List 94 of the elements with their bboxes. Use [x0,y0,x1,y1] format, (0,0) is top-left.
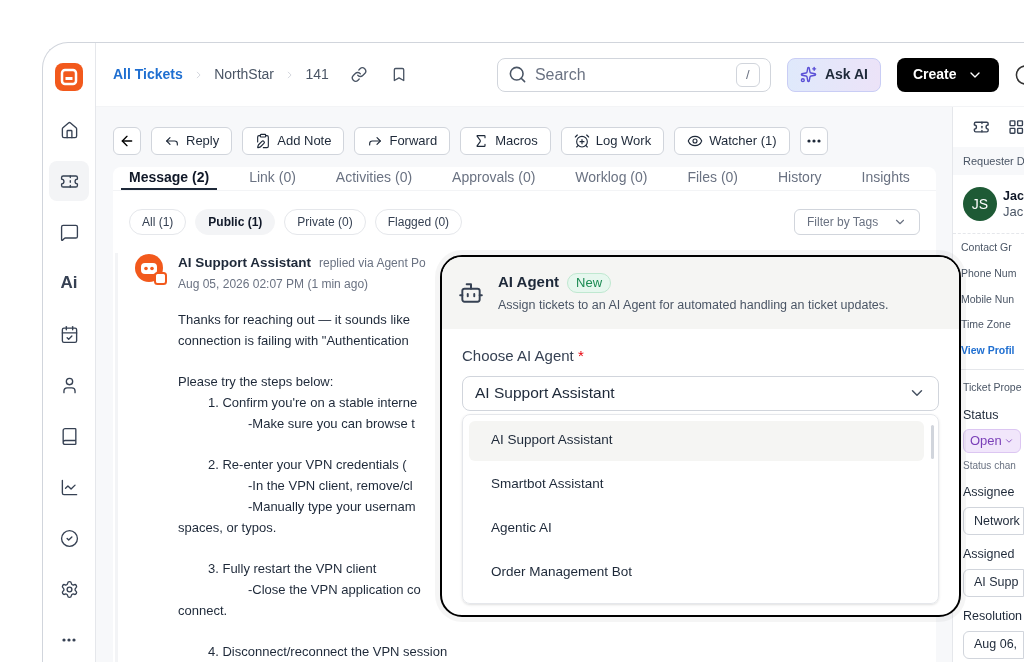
message-line: Please try the steps below: [178,373,335,392]
property-field[interactable]: Network [963,507,1024,535]
message-line: 1. Confirm you're on a stable interne [207,394,419,413]
create-button[interactable]: Create [896,57,999,92]
field-label: Mobile Nun [961,291,1016,307]
message-line: 2. Re-enter your VPN credentials ( [207,456,408,475]
message-line: spaces, or typos. [178,519,278,538]
message-line: -In the VPN client, remove/cl [247,477,414,496]
grid-icon[interactable] [1007,118,1024,136]
logo-icon[interactable] [55,63,83,91]
tab[interactable]: Worklog (0) [567,167,656,190]
property-label: Resolution [963,607,1024,625]
field-label: Contact Gr [961,240,1013,255]
property-field[interactable]: Aug 06, [963,630,1024,659]
property-field[interactable]: AI Supp [963,568,1024,597]
dropdown-option[interactable]: Agentic AI [469,508,924,549]
message-line: connection is failing with "Authentication [178,332,410,351]
message-line: Thanks for reaching out — it sounds like [178,311,411,330]
message-line: -Close the VPN application co [247,581,422,600]
requester-email: Jac [1003,204,1024,220]
tab[interactable]: Files (0) [679,167,746,190]
help-icon[interactable] [1014,63,1024,86]
book-icon [59,426,79,446]
ai-nav-item[interactable]: Ai [49,263,89,303]
property-label: Status [963,406,1000,424]
agent-select[interactable]: AI Support Assistant [462,375,939,411]
dropdown-option[interactable]: Smartbot Assistant [469,464,924,505]
tab[interactable]: Activities (0) [327,167,421,190]
back-arrow-icon [119,133,135,149]
tab[interactable]: Message (2) [121,167,218,190]
view-profile-link[interactable]: View Profil [961,343,1024,359]
new-badge: New [567,272,612,293]
line-chart-icon [59,477,79,497]
reply-source: replied via Agent Po [319,255,426,272]
check-circle-icon [59,528,79,548]
robot-icon [458,280,484,306]
breadcrumb-item[interactable]: NorthStar [214,64,275,85]
message-line: -Manually type your usernam [247,498,417,517]
ask-ai-button[interactable]: Ask AI [786,57,881,92]
settings-icon [59,579,79,599]
eye-icon [687,133,704,149]
message-time: Aug 05, 2026 02:07 PM (1 min ago) [178,276,370,294]
note-icon [255,133,272,149]
home-icon [59,120,79,140]
reply-button[interactable]: Reply [151,127,233,155]
more-icon [62,638,76,642]
section-title: Ticket Prope [963,379,1023,395]
macros-button[interactable]: Macros [460,127,551,155]
more-icon [806,139,821,143]
search-field[interactable]: Search / [496,57,771,92]
field-label: Time Zone [961,317,1012,333]
message-line: 4. Disconnect/reconnect the VPN session [207,643,448,662]
filter-chip[interactable]: Public (1) [195,209,276,235]
watcher-button[interactable]: Watcher (1) [674,127,790,155]
nav-item[interactable] [49,161,89,201]
alarm-clock-icon [573,133,590,149]
tag-filter-dropdown[interactable]: Filter by Tags [794,209,920,235]
tab[interactable]: Link (0) [241,167,304,190]
log-work-button[interactable]: Log Work [560,127,665,155]
message-line: -Make sure you can browse t [247,415,416,434]
search-icon [507,65,527,84]
author-name: AI Support Assistant [178,254,311,272]
field-label: Phone Num [961,265,1018,281]
breadcrumb-item[interactable]: All Tickets [113,64,183,85]
section-header: Requester D [953,147,1024,175]
shortcut-key: / [735,62,760,87]
tab[interactable]: Insights [853,167,918,190]
chat-icon [59,222,79,242]
breadcrumb-item[interactable]: 141 [305,64,329,85]
requester-avatar: JS [963,187,997,221]
popup-title: AI Agent [498,272,560,293]
link-icon[interactable] [350,66,367,83]
status-note: Status chan [963,459,1017,474]
sparkles-icon [799,66,817,83]
scrollbar[interactable] [931,424,934,459]
more-button[interactable] [799,127,828,155]
dropdown-option[interactable]: AI Support Assistant [469,420,924,461]
requester-name: Jac [1003,188,1024,204]
add-note-button[interactable]: Add Note [242,127,345,155]
property-label: Assignee [963,484,1016,502]
search-input[interactable]: Search [534,62,728,87]
forward-button[interactable]: Forward [354,127,451,155]
field-label: Choose AI Agent * [462,346,585,366]
message-line: connect. [178,602,229,621]
tab[interactable]: Approvals (0) [444,167,544,190]
back-button[interactable] [113,127,141,155]
bot-avatar-icon [134,253,168,285]
message-line: 3. Fully restart the VPN client [207,560,378,579]
dropdown-option[interactable]: Order Management Bot [469,552,924,593]
status-pill[interactable]: Open [963,429,1021,454]
property-label: Assigned [963,546,1016,563]
popup-description: Assign tickets to an AI Agent for automated handling an ticket updates. [498,296,889,314]
tab[interactable]: History [770,167,830,190]
calendar-check-icon [59,324,79,344]
